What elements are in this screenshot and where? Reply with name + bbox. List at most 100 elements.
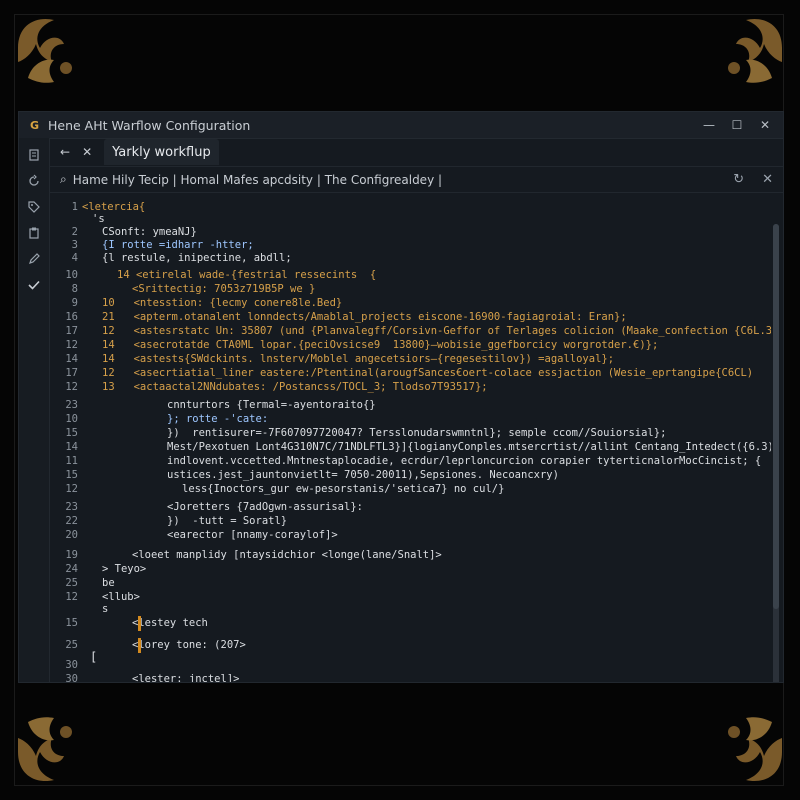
change-marker: [138, 638, 141, 653]
code-line: 19 <loeet manplidy [ntaysidchior <longe(l…: [50, 548, 771, 562]
line-number: 14: [65, 353, 78, 365]
window-controls: — ☐ ✕: [703, 118, 775, 132]
search-icon: ⌕: [60, 172, 67, 186]
code-line: 's: [50, 212, 771, 226]
check-icon[interactable]: [27, 278, 41, 292]
line-number: 19: [65, 549, 78, 561]
line-number: 30: [65, 659, 78, 671]
code-text: 12 <asecrtiatial_liner eastere:/Ptentina…: [102, 367, 754, 379]
code-text: <lester: jnctel]>: [132, 673, 240, 682]
line-number: 23: [65, 501, 78, 513]
code-line: 15 ustices.jest_jauntonvietlt= 7050-20011…: [50, 468, 771, 482]
line-number: 17: [65, 367, 78, 379]
editor-window: G Hene AHt Warflow Configuration — ☐ ✕ ←…: [18, 111, 784, 683]
code-editor[interactable]: 1 <letercia{'s 2 CSonft: ymeaNJ} 3 {I rotte =…: [50, 192, 771, 682]
code-line: 20 <earector [nnamy-coraylof]>: [50, 528, 771, 542]
code-text: <loeet manplidy [ntaysidchior <longe(lan…: [132, 549, 442, 561]
line-number: 16: [65, 311, 78, 323]
code-text: cnnturtors {Termal=-ayentoraito{}: [167, 399, 376, 411]
code-text: be: [102, 577, 115, 589]
code-line: 15 <lestey tech: [50, 616, 771, 630]
line-number: 10: [65, 269, 78, 281]
code-line: 8 <Srittectig: 7053z719B5P we }: [50, 282, 771, 296]
vertical-scrollbar[interactable]: [773, 224, 779, 682]
clear-search-icon[interactable]: ✕: [762, 172, 773, 187]
minimize-button[interactable]: —: [703, 118, 715, 132]
code-line: 22}) -tutt = Soratl}: [50, 514, 771, 528]
code-text: <earector [nnamy-coraylof]>: [167, 529, 338, 541]
code-text: CSonft: ymeaNJ}: [102, 226, 197, 238]
code-text: }) rentisurer=-7F607097720047? Tersslonu…: [167, 427, 667, 439]
code-text: <Srittectig: 7053z719B5P we }: [132, 283, 316, 295]
code-line: 14 Mest/Pexotuen Lont4G310N7C/71NDLFTL3}]…: [50, 440, 771, 454]
main-area: ← ✕ Yarkly workflup ⌕ Hame Hily Tecip | …: [50, 138, 783, 682]
maximize-button[interactable]: ☐: [731, 118, 743, 132]
tab-label: Yarkly workflup: [112, 144, 211, 160]
code-line: 3 {I rotte =idharr -htter;: [50, 238, 771, 252]
code-text: less{Inoctors_gur ew-pesorstanis/'setica…: [182, 483, 505, 495]
code-line: 25 <lorey tone: (207>: [50, 638, 771, 652]
line-number: 24: [65, 563, 78, 575]
refresh-icon[interactable]: [27, 174, 41, 188]
line-number: 12: [65, 381, 78, 393]
clipboard-icon[interactable]: [27, 226, 41, 240]
line-number: 12: [65, 483, 78, 495]
reload-icon[interactable]: ↻: [733, 172, 744, 187]
line-number: 15: [65, 427, 78, 439]
window-title: Hene AHt Warflow Configuration: [48, 117, 251, 133]
code-line: 12 14 <asecrotatde CTA0ML lopar.{peciOvsi…: [50, 338, 771, 352]
search-bar[interactable]: ⌕ Hame Hily Tecip | Homal Mafes apcdsity…: [50, 167, 783, 193]
code-text: 14 <astests{SWdckints. lnsterv/Moblel an…: [102, 353, 615, 365]
code-text: 13 <actaactal2NNdubates: /Postancss/TOCL…: [102, 381, 488, 393]
code-text: {l restule, inipectine, abdll;: [102, 252, 292, 264]
tab-active[interactable]: Yarkly workflup: [104, 139, 219, 165]
code-text: 14 <asecrotatde CTA0ML lopar.{peciOvsics…: [102, 339, 659, 351]
code-text: <Joretters {7adOgwn-assurisal}:: [167, 501, 363, 513]
line-number: 25: [65, 639, 78, 651]
line-number: 3: [71, 239, 78, 251]
code-line: 10 }; rotte -'cate:: [50, 412, 771, 426]
tag-icon[interactable]: [27, 200, 41, 214]
line-number: 8: [71, 283, 78, 295]
corner-ornament-icon: [700, 700, 792, 792]
back-arrow-icon[interactable]: ←: [60, 145, 70, 159]
close-button[interactable]: ✕: [759, 118, 771, 132]
close-tab-icon[interactable]: ✕: [82, 145, 92, 159]
code-text: s: [102, 603, 109, 615]
code-line: 23 <Joretters {7adOgwn-assurisal}:: [50, 500, 771, 514]
code-text: <lestey tech: [132, 617, 208, 629]
code-line: 4 {l restule, inipectine, abdll;: [50, 251, 771, 265]
search-input[interactable]: Hame Hily Tecip | Homal Mafes apcdsity |…: [73, 173, 727, 187]
line-number: 4: [71, 252, 78, 264]
code-line: 12 less{Inoctors_gur ew-pesorstanis/'seti…: [50, 482, 771, 496]
code-text: 14 <etirelal wade-{festrial ressecints {: [117, 269, 377, 281]
line-number: 25: [65, 577, 78, 589]
line-number: 15: [65, 617, 78, 629]
code-line: 15 }) rentisurer=-7F607097720047? Tersslo…: [50, 426, 771, 440]
search-actions: ↻ ✕: [733, 172, 773, 187]
code-line: 2 CSonft: ymeaNJ}: [50, 225, 771, 239]
app-logo-icon: G: [29, 118, 40, 132]
code-text: 's: [92, 213, 105, 225]
edit-icon[interactable]: [27, 252, 41, 266]
code-text: {I rotte =idharr -htter;: [102, 239, 254, 251]
line-number: 20: [65, 529, 78, 541]
code-text: <lorey tone: (207>: [132, 639, 246, 651]
corner-ornament-icon: [8, 8, 100, 100]
title-bar: G Hene AHt Warflow Configuration — ☐ ✕: [19, 112, 783, 139]
line-number: 14: [65, 441, 78, 453]
document-icon[interactable]: [27, 148, 41, 162]
code-text: > Teyo>: [102, 563, 147, 575]
code-text: 12 <astesrstatc Un: 35807 (und {Planvale…: [102, 325, 771, 337]
code-text: Mest/Pexotuen Lont4G310N7C/71NDLFTL3}]{l…: [167, 441, 771, 453]
line-number: 10: [65, 413, 78, 425]
corner-ornament-icon: [8, 700, 100, 792]
line-number: 22: [65, 515, 78, 527]
scrollbar-thumb[interactable]: [773, 224, 779, 609]
code-text: }; rotte -'cate:: [167, 413, 269, 425]
code-text: 10 <ntesstion: {lecmy conere8le.Bed}: [102, 297, 343, 309]
line-number: 15: [65, 469, 78, 481]
code-text: ustices.jest_jauntonvietlt= 7050-20011),…: [167, 469, 559, 481]
code-line: 10 14 <etirelal wade-{festrial ressecints…: [50, 268, 771, 282]
line-number: 17: [65, 325, 78, 337]
